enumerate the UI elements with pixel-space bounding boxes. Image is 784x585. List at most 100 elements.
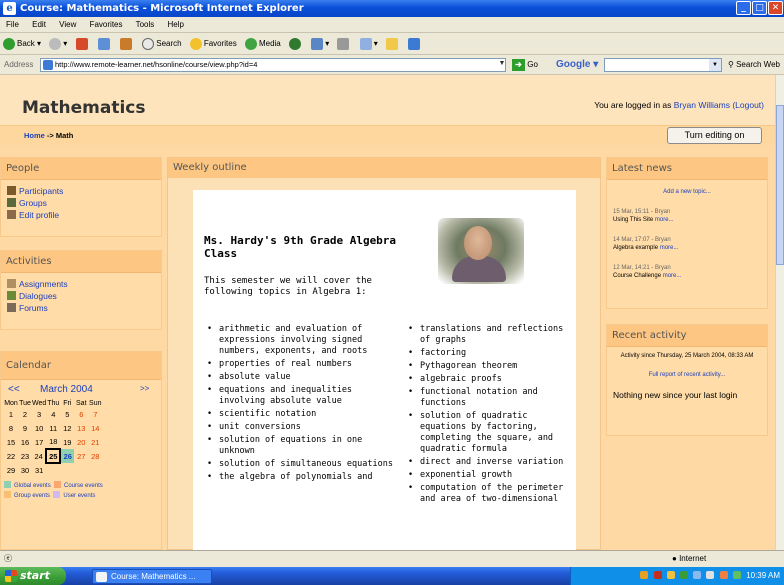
forward-button[interactable]: ▾ [49,33,67,55]
calendar-event-day[interactable]: 26 [60,449,75,463]
edit-page-button[interactable]: ▾ [359,33,378,55]
tray-icon[interactable] [706,571,715,579]
tray-icon[interactable] [666,571,675,579]
calendar-day[interactable]: 8 [4,421,18,435]
menu-favorites[interactable]: Favorites [90,20,123,29]
calendar-day[interactable]: 3 [32,407,46,421]
calendar-day[interactable]: 27 [74,449,88,463]
tray-icon[interactable] [640,571,649,579]
news-more-link[interactable]: more... [663,273,682,279]
calendar-day[interactable]: 23 [18,449,32,463]
tray-icon[interactable] [680,571,689,579]
refresh-button[interactable] [97,33,112,55]
calendar-day[interactable]: 18 [46,435,60,449]
participants-link[interactable]: Participants [7,185,155,197]
vertical-scrollbar[interactable] [775,75,784,550]
logout-link[interactable]: (Logout) [732,100,764,110]
maximize-button[interactable]: □ [752,1,767,15]
calendar-day[interactable]: 9 [18,421,32,435]
menu-view[interactable]: View [59,20,76,29]
menu-help[interactable]: Help [168,20,184,29]
calendar-block: Calendar << March 2004 >> Mon Tue Wed Th… [0,351,162,550]
news-more-link[interactable]: more... [655,217,674,223]
history-icon [289,37,301,50]
calendar-day[interactable]: 17 [32,435,46,449]
calendar-day[interactable]: 11 [46,421,60,435]
calendar-day[interactable]: 4 [46,407,60,421]
print-button[interactable] [337,33,351,55]
add-new-topic-link[interactable]: Add a new topic... [613,188,761,196]
calendar-day[interactable]: 10 [32,421,46,435]
calendar-today[interactable]: 25 [45,448,62,464]
google-toolbar-logo[interactable]: Google ▾ [556,55,598,75]
favorites-button[interactable]: Favorites [189,33,237,55]
close-button[interactable]: ✕ [768,1,783,15]
list-item: solution of simultaneous equations [204,459,400,470]
news-more-link[interactable]: more... [660,245,679,251]
back-button[interactable]: Back ▾ [3,33,41,55]
tray-icon[interactable] [732,571,741,579]
mail-button[interactable]: ▾ [311,33,329,55]
forums-icon [7,303,16,312]
folder-button[interactable] [385,33,400,55]
address-dropdown-icon[interactable]: ▼ [498,58,506,70]
turn-editing-on-button[interactable]: Turn editing on [667,127,762,144]
calendar-day[interactable]: 14 [88,421,102,435]
start-button[interactable]: start [0,567,66,585]
address-bar: Address http://www.remote-learner.net/hs… [0,55,784,89]
menu-edit[interactable]: Edit [32,20,46,29]
forums-link[interactable]: Forums [7,302,155,314]
calendar-day[interactable]: 19 [60,435,74,449]
calendar-day[interactable]: 1 [4,407,18,421]
menu-tools[interactable]: Tools [136,20,155,29]
calendar-month-label[interactable]: March 2004 [40,384,93,395]
legend-global-events[interactable]: Global events [14,483,51,489]
calendar-day[interactable]: 22 [4,449,18,463]
edit-profile-link[interactable]: Edit profile [7,209,155,221]
home-button[interactable] [120,33,134,55]
calendar-day[interactable]: 29 [4,463,18,477]
taskbar-item-ie[interactable]: Course: Mathematics ... [92,569,212,584]
groups-link[interactable]: Groups [7,197,155,209]
tray-icon[interactable] [693,571,702,579]
dialogues-link[interactable]: Dialogues [7,290,155,302]
calendar-prev-month[interactable]: << [8,384,20,395]
history-button[interactable] [289,33,303,55]
full-report-link[interactable]: Full report of recent activity... [613,372,761,378]
calendar-day[interactable]: 13 [74,421,88,435]
user-link[interactable]: Bryan Williams [674,100,730,110]
breadcrumb-home[interactable]: Home [24,131,45,140]
calendar-day[interactable]: 6 [74,407,88,421]
messenger-button[interactable] [408,33,422,55]
calendar-day[interactable]: 30 [18,463,32,477]
calendar-day[interactable]: 24 [32,449,46,463]
calendar-day[interactable]: 12 [60,421,74,435]
tray-icon[interactable] [719,571,728,579]
tray-icon[interactable] [653,571,662,579]
forward-arrow-icon [49,37,62,50]
stop-button[interactable] [75,33,90,55]
calendar-day[interactable]: 15 [4,435,18,449]
calendar-day[interactable]: 5 [60,407,74,421]
minimize-button[interactable]: _ [736,1,751,15]
calendar-day[interactable]: 31 [32,463,46,477]
menu-file[interactable]: File [6,20,19,29]
calendar-next-month[interactable]: >> [140,384,149,393]
address-input[interactable]: http://www.remote-learner.net/hsonline/c… [40,58,506,72]
calendar-day[interactable]: 21 [88,435,102,449]
legend-user-events[interactable]: User events [63,493,95,499]
media-button[interactable]: Media [244,33,281,55]
scrollbar-thumb[interactable] [776,105,784,265]
search-button[interactable]: Search [142,33,182,55]
legend-group-events[interactable]: Group events [14,493,50,499]
calendar-day[interactable]: 28 [88,449,102,463]
google-search-input[interactable]: ▼ [604,58,722,72]
google-dropdown-icon[interactable]: ▼ [709,59,721,71]
legend-course-events[interactable]: Course events [64,483,103,489]
calendar-day[interactable]: 7 [88,407,102,421]
calendar-day[interactable]: 2 [18,407,32,421]
go-button[interactable]: ➔ Go [512,58,546,72]
calendar-day[interactable]: 20 [74,435,88,449]
assignments-link[interactable]: Assignments [7,278,155,290]
calendar-day[interactable]: 16 [18,435,32,449]
